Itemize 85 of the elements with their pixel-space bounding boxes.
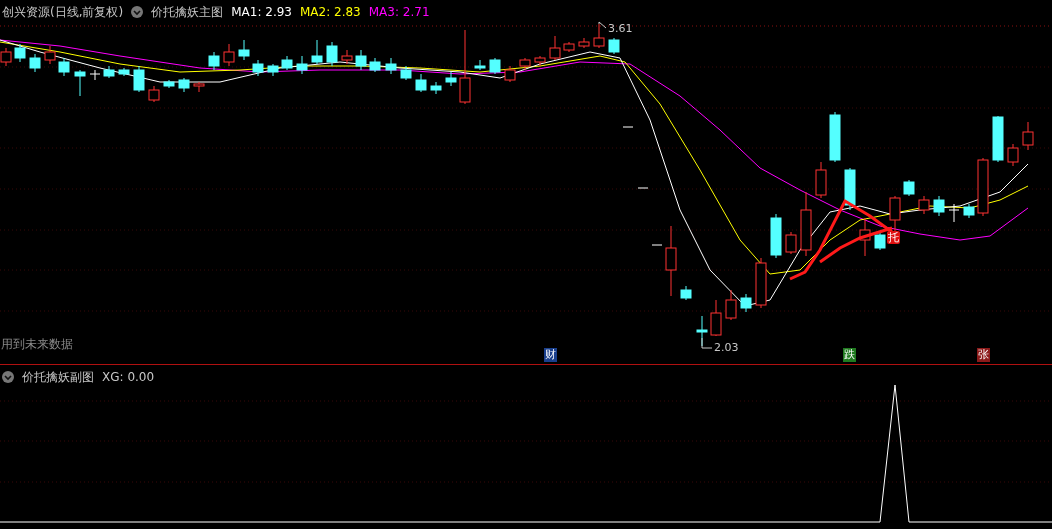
candlestick bbox=[148, 85, 160, 103]
candlestick bbox=[238, 39, 250, 61]
indicator-name: 价托擒妖副图 bbox=[22, 368, 94, 386]
candlestick bbox=[785, 231, 797, 255]
candlestick bbox=[740, 293, 752, 313]
candlestick bbox=[829, 111, 841, 163]
candlestick bbox=[534, 55, 546, 67]
signal-marker: 托 bbox=[887, 231, 900, 244]
candlestick bbox=[933, 195, 945, 217]
candlestick bbox=[665, 225, 677, 297]
dropdown-icon[interactable] bbox=[131, 6, 144, 18]
candlestick bbox=[267, 63, 279, 77]
candlestick bbox=[1007, 143, 1019, 167]
price-label: 2.03 bbox=[714, 341, 739, 354]
candlestick bbox=[725, 289, 737, 321]
candlestick bbox=[252, 59, 264, 77]
moving-average-value: MA1: 2.93 bbox=[231, 5, 292, 19]
candlestick bbox=[504, 65, 516, 83]
dropdown-icon[interactable] bbox=[2, 371, 14, 383]
candlestick bbox=[977, 157, 989, 217]
candlestick bbox=[815, 161, 827, 199]
candlestick bbox=[1022, 121, 1034, 151]
candlestick bbox=[770, 213, 782, 259]
candlestick bbox=[578, 37, 590, 49]
candlestick bbox=[44, 45, 56, 65]
candlestick bbox=[208, 51, 220, 71]
candlestick bbox=[74, 69, 86, 97]
candlestick bbox=[608, 37, 620, 55]
candlestick bbox=[489, 57, 501, 75]
candlestick bbox=[637, 187, 649, 189]
candlestick bbox=[549, 35, 561, 61]
chart-note: 用到未来数据 bbox=[1, 336, 73, 353]
chart-title: 创兴资源(日线,前复权) bbox=[2, 3, 124, 21]
candlestick bbox=[430, 81, 442, 95]
candlestick bbox=[622, 126, 634, 128]
candlestick bbox=[326, 41, 338, 67]
candlestick bbox=[755, 257, 767, 309]
candlestick bbox=[178, 77, 190, 93]
candlestick bbox=[369, 57, 381, 73]
candlestick bbox=[311, 39, 323, 65]
candlestick bbox=[223, 43, 235, 67]
candlestick bbox=[29, 53, 41, 73]
candlestick bbox=[844, 167, 856, 211]
candlestick bbox=[133, 65, 145, 93]
candlestick bbox=[651, 244, 663, 246]
candlestick bbox=[118, 67, 130, 77]
candlestick bbox=[710, 299, 722, 337]
candlestick bbox=[889, 195, 901, 233]
indicator-value: XG: 0.00 bbox=[102, 370, 155, 384]
signal-badge: 财 bbox=[544, 348, 557, 362]
candlestick bbox=[14, 43, 26, 63]
candlestick bbox=[355, 49, 367, 71]
candlestick bbox=[800, 191, 812, 257]
candlestick bbox=[163, 79, 175, 89]
candlestick bbox=[680, 285, 692, 301]
candlestick bbox=[58, 57, 70, 77]
candlestick bbox=[415, 73, 427, 93]
candlestick bbox=[281, 55, 293, 71]
leader-line bbox=[701, 337, 713, 349]
moving-average-value: MA2: 2.83 bbox=[299, 5, 361, 19]
candlestick bbox=[948, 203, 960, 223]
candlestick bbox=[193, 81, 205, 93]
leader-line bbox=[598, 21, 607, 29]
candlestick bbox=[400, 65, 412, 81]
candlestick bbox=[963, 203, 975, 219]
candlestick bbox=[903, 179, 915, 197]
indicator-name: 价托擒妖主图 bbox=[151, 3, 224, 21]
moving-average-value: MA3: 2.71 bbox=[368, 5, 430, 19]
candlestick bbox=[918, 195, 930, 215]
signal-badge: 跌 bbox=[843, 348, 856, 362]
candlestick bbox=[103, 65, 115, 79]
candlestick bbox=[519, 57, 531, 71]
candlestick bbox=[385, 57, 397, 75]
candlestick bbox=[445, 71, 457, 87]
candlestick bbox=[874, 231, 886, 251]
candlestick bbox=[859, 217, 871, 257]
candlestick bbox=[593, 23, 605, 49]
candlestick bbox=[89, 69, 101, 81]
candlestick bbox=[296, 55, 308, 75]
candlestick bbox=[563, 41, 575, 53]
signal-badge: 张 bbox=[977, 348, 990, 362]
candlestick bbox=[341, 49, 353, 65]
candlestick bbox=[474, 59, 486, 71]
candlestick bbox=[992, 115, 1004, 163]
price-label: 3.61 bbox=[608, 22, 633, 35]
